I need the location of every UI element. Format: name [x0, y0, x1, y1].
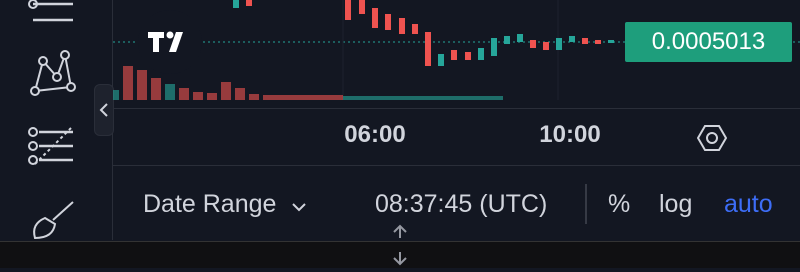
candle	[372, 8, 378, 28]
candle	[345, 0, 351, 20]
candle	[233, 0, 239, 8]
tradingview-logo[interactable]	[138, 10, 202, 74]
candle	[582, 38, 588, 44]
patterns-tool[interactable]	[24, 50, 80, 98]
candle	[504, 36, 510, 44]
pattern-nodes-icon	[30, 50, 76, 96]
time-tick: 10:00	[539, 121, 601, 148]
pane-resize-handle[interactable]	[390, 224, 410, 267]
hamburger-lines-icon	[28, 0, 73, 22]
chart-settings-button[interactable]	[696, 123, 728, 153]
candle	[399, 18, 405, 34]
candle	[543, 42, 549, 50]
candle	[556, 38, 562, 50]
time-tick: 06:00	[344, 121, 406, 148]
time-axis[interactable]: 06:00 10:00	[113, 108, 800, 165]
candle	[530, 40, 536, 48]
drawing-toolbar	[0, 0, 114, 242]
trend-lines-tool[interactable]	[24, 0, 80, 38]
log-scale-toggle[interactable]: log	[659, 190, 692, 219]
candle	[517, 34, 523, 42]
utc-clock[interactable]: 08:37:45 (UTC)	[375, 190, 547, 219]
candle	[412, 24, 418, 34]
divider	[585, 184, 587, 224]
candle	[359, 0, 365, 14]
fib-lines-icon	[28, 127, 73, 165]
toolbar-collapse-button[interactable]	[94, 84, 114, 136]
candle	[465, 52, 471, 60]
chart-bottom-bar: Date Range 08:37:45 (UTC) % log auto	[113, 165, 800, 241]
chevron-left-icon	[99, 103, 108, 117]
date-range-label: Date Range	[143, 190, 277, 218]
date-range-button[interactable]: Date Range	[143, 190, 307, 219]
brush-icon	[33, 201, 74, 240]
candle	[246, 0, 252, 6]
candle	[608, 40, 614, 43]
candle	[569, 36, 575, 42]
candle	[425, 32, 431, 66]
last-price-badge: 0.0005013	[625, 22, 792, 62]
auto-scale-toggle[interactable]: auto	[724, 190, 773, 219]
candle	[491, 38, 497, 56]
chevron-down-icon	[292, 203, 307, 212]
brush-tool[interactable]	[24, 194, 80, 242]
settings-hexagon-icon	[696, 125, 728, 151]
updown-arrows-icon	[393, 224, 407, 266]
candles	[233, 0, 614, 66]
candle	[451, 50, 457, 60]
candle	[478, 48, 484, 60]
candle	[438, 54, 444, 66]
candle	[385, 14, 391, 30]
fib-tool[interactable]	[24, 124, 80, 172]
tradingview-logo-icon	[148, 31, 183, 52]
candle	[595, 40, 601, 44]
percent-scale-toggle[interactable]: %	[608, 190, 630, 219]
